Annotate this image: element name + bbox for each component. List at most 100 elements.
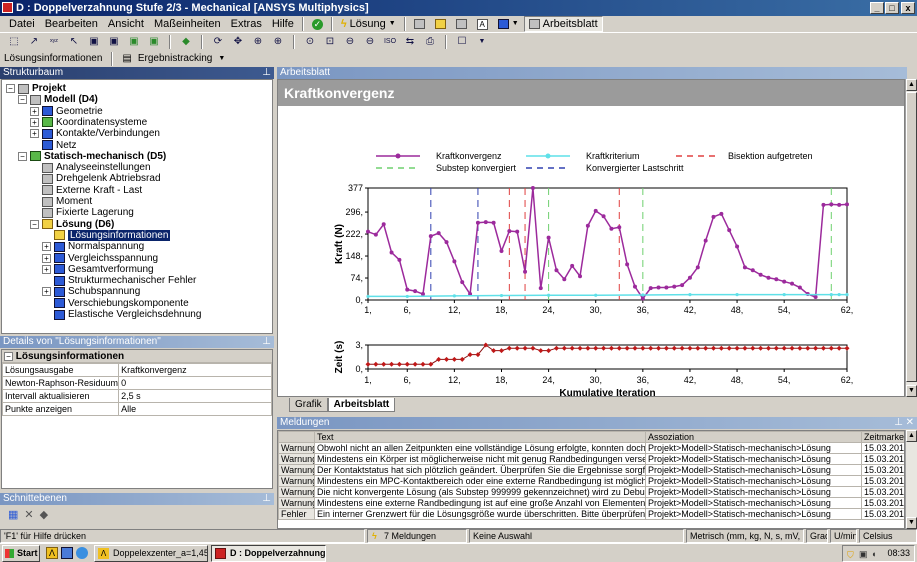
zoom-icon[interactable]: ⊕ [250,34,266,50]
taskbar-item-mechanical[interactable]: D : Doppelverzahnung... [211,545,326,562]
status-speed[interactable]: U/min [830,529,857,543]
scroll-down-icon[interactable]: ▼ [906,517,917,529]
status-units[interactable]: Metrisch (mm, kg, N, s, mV, mA) [686,529,804,543]
message-row[interactable]: Warnung Der Kontaktstatus hat sich plötzl… [278,464,904,476]
zoom-fit-icon[interactable]: ⊙ [302,34,318,50]
close-button[interactable]: x [901,2,915,14]
pan-icon[interactable]: ✥ [230,34,246,50]
tree-item[interactable]: − Modell (D4) [18,94,98,105]
tree-item[interactable]: Drehgelenk Abtriebsrad [30,173,161,184]
tree-item[interactable]: Strukturmechanischer Fehler [42,275,196,286]
details-value[interactable]: Kraftkonvergenz [118,363,272,377]
maximize-button[interactable]: □ [885,2,899,14]
ansys-quicklaunch-icon[interactable]: Λ [46,547,58,559]
expand-icon[interactable]: + [42,264,51,274]
dropdown-arrow-icon[interactable]: ▼ [474,34,490,50]
pointer-icon[interactable]: ↖ [66,34,82,50]
details-row[interactable]: Punkte anzeigen Alle [1,402,272,416]
new-chart-button[interactable] [430,18,451,30]
cube-select-icon[interactable]: ◆ [178,34,194,50]
expand-icon[interactable]: + [42,253,51,263]
xyz-axis-icon[interactable]: ˣʸᶻ [46,34,62,50]
minimize-button[interactable]: _ [870,2,884,14]
tree-item[interactable]: + Geometrie [30,106,103,117]
expand-icon[interactable]: + [30,129,39,139]
tree-item[interactable]: − Statisch-mechanisch (D5) [18,151,166,162]
worksheet-scrollbar[interactable]: ▲ ▼ [905,79,917,397]
checkmark-button[interactable]: ✓ [307,18,328,31]
browser-quicklaunch-icon[interactable] [76,547,88,559]
tree-item[interactable]: Lösungsinformationen [42,229,171,241]
collapse-icon[interactable]: − [18,95,27,105]
scroll-down-icon[interactable]: ▼ [906,385,917,397]
body-select-icon[interactable]: ▣ [146,34,162,50]
image-button[interactable] [451,18,472,30]
messages-scrollbar[interactable]: ▲ ▼ [905,430,917,529]
volume-icon[interactable]: ◖ [871,547,876,562]
expand-icon[interactable]: + [30,106,39,116]
pin-icon[interactable]: ⊥ [894,417,903,429]
pin-icon[interactable]: ⊥ [262,67,271,79]
face-select-icon[interactable]: ▣ [126,34,142,50]
taskbar-item-workbench[interactable]: Λ Doppelexzenter_a=1,45.... [94,545,208,562]
close-icon[interactable]: ✕ [906,417,914,429]
details-row[interactable]: Lösungsausgabe Kraftkonvergenz [1,363,272,377]
menu-datei[interactable]: Datei [4,16,40,32]
message-row[interactable]: Warnung Obwohl nicht an allen Zeitpunkten… [278,442,904,454]
details-row[interactable]: Newton-Raphson-Residuum 0 [1,376,272,390]
tree-item[interactable]: Verschiebungskomponente [42,298,189,309]
image-capture-button[interactable]: ▼ [493,16,524,32]
zoom-out-icon[interactable]: ⊖ [342,34,358,50]
message-row[interactable]: Warnung Die nicht konvergente Lösung (als… [278,486,904,498]
tree-item[interactable]: Fixierte Lagerung [30,207,134,218]
iso-view-icon[interactable]: ISO [382,34,398,50]
tree-item[interactable]: Elastische Vergleichsdehnung [42,309,201,320]
tree-item[interactable]: Analyseeinstellungen [30,162,151,173]
scroll-thumb[interactable] [906,92,917,382]
box-zoom-icon[interactable]: ⊡ [322,34,338,50]
column-header-timestamp[interactable]: Zeitmarke [861,431,904,443]
rotate-icon[interactable]: ⟳ [210,34,226,50]
vertex-select-icon[interactable]: ▣ [86,34,102,50]
collapse-icon[interactable]: − [18,151,27,161]
pin-icon[interactable]: ⊥ [262,493,271,505]
expand-icon[interactable]: + [42,287,51,297]
expand-icon[interactable]: + [30,117,39,127]
tree-item[interactable]: Externe Kraft - Last [30,185,142,196]
scroll-up-icon[interactable]: ▲ [906,79,917,91]
magnifier-icon[interactable]: ⊖ [362,34,378,50]
collapse-icon[interactable]: − [30,219,39,229]
collapse-icon[interactable]: − [6,84,15,93]
column-header-type[interactable] [278,431,315,443]
edge-select-icon[interactable]: ▣ [106,34,122,50]
tree-item[interactable]: Moment [30,196,92,207]
tree-item[interactable]: + Kontakte/Verbindungen [30,128,160,139]
worksheet-button[interactable]: Arbeitsblatt [523,16,603,32]
annotation-button[interactable]: A [472,18,493,31]
loesungsinformationen-button[interactable]: Lösungsinformationen [4,53,102,64]
tree-item[interactable]: − Projekt [6,83,66,94]
menu-extras[interactable]: Extras [226,16,267,32]
menu-hilfe[interactable]: Hilfe [267,16,299,32]
message-row[interactable]: Warnung Mindestens ein MPC-Kontaktbereich… [278,475,904,487]
collapse-icon[interactable]: − [4,352,13,361]
shield-icon[interactable]: ⛉ [847,548,854,562]
tree-item[interactable]: + Koordinatensysteme [30,117,147,128]
status-messages[interactable]: ϟ 7 Meldungen [367,529,467,543]
new-figure-button[interactable] [409,18,430,30]
previous-view-icon[interactable]: ⇆ [402,34,418,50]
message-row[interactable]: Warnung Mindestens eine externe Randbedin… [278,497,904,509]
print-icon[interactable]: ⎙ [422,34,438,50]
details-value[interactable]: 0 [118,376,272,390]
explorer-quicklaunch-icon[interactable] [61,547,73,559]
tree-item[interactable]: + Vergleichsspannung [42,253,158,264]
axis-icon[interactable]: ↗ [26,34,42,50]
tree-item[interactable]: + Schubspannung [42,286,140,297]
tab-grafik[interactable]: Grafik [289,398,328,412]
details-value[interactable]: Alle [118,402,272,416]
show-plane-icon[interactable]: ◆ [40,508,48,521]
status-temperature[interactable]: Celsius [859,529,917,543]
expand-icon[interactable]: + [42,242,51,252]
viewport-icon[interactable]: ☐ [454,34,470,50]
details-value[interactable]: 2,5 s [118,389,272,403]
